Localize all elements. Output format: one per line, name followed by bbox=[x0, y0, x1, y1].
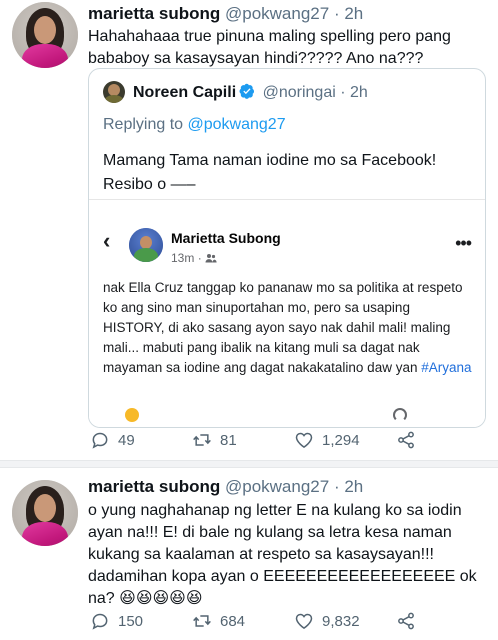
facebook-screenshot[interactable]: ‹ Marietta Subong 13m · ••• nak Ella Cru… bbox=[89, 199, 485, 427]
fb-post-text: nak Ella Cruz tanggap ko pananaw mo sa p… bbox=[103, 278, 473, 378]
display-name[interactable]: marietta subong bbox=[88, 477, 220, 496]
avatar[interactable] bbox=[12, 480, 78, 546]
back-icon: ‹ bbox=[103, 228, 111, 253]
quoted-display-name[interactable]: Noreen Capili bbox=[133, 84, 236, 101]
fb-avatar bbox=[129, 228, 163, 262]
like-icon bbox=[295, 432, 313, 448]
quoted-timestamp[interactable]: 2h bbox=[350, 84, 368, 101]
friends-icon bbox=[205, 254, 217, 263]
replying-to: Replying to @pokwang27 bbox=[103, 115, 286, 135]
retweet-button[interactable]: 684 bbox=[192, 611, 245, 631]
handle[interactable]: @pokwang27 bbox=[225, 4, 329, 23]
quoted-handle[interactable]: @noringai bbox=[263, 84, 336, 101]
handle[interactable]: @pokwang27 bbox=[225, 477, 329, 496]
timestamp[interactable]: 2h bbox=[344, 4, 363, 23]
reply-button[interactable]: 150 bbox=[90, 611, 143, 631]
tweet[interactable]: marietta subong @pokwang27 · 2h o yung n… bbox=[0, 468, 498, 640]
reaction-icon bbox=[393, 408, 407, 422]
reply-count: 150 bbox=[118, 612, 144, 630]
separator: · bbox=[333, 4, 340, 23]
quoted-tweet[interactable]: Noreen Capili @noringai · 2h Replying to… bbox=[88, 68, 486, 428]
verified-icon bbox=[239, 83, 255, 99]
tweet[interactable]: marietta subong @pokwang27 · 2h Hahahaha… bbox=[0, 0, 498, 460]
quoted-separator: · bbox=[340, 84, 346, 101]
reply-count: 49 bbox=[118, 431, 135, 449]
like-button[interactable]: 9,832 bbox=[294, 611, 360, 631]
tweet-header: marietta subong @pokwang27 · 2h bbox=[88, 477, 363, 497]
quoted-text: Mamang Tama naman iodine mo sa Facebook!… bbox=[103, 152, 437, 193]
display-name[interactable]: marietta subong bbox=[88, 4, 220, 23]
fb-meta: 13m · bbox=[171, 250, 217, 266]
friends-icon: · bbox=[197, 251, 202, 265]
fb-name: Marietta Subong bbox=[171, 230, 281, 246]
reply-button[interactable]: 49 bbox=[90, 430, 135, 450]
timestamp[interactable]: 2h bbox=[344, 477, 363, 496]
fb-time: 13m bbox=[171, 251, 195, 265]
retweet-count: 684 bbox=[220, 612, 246, 630]
avatar[interactable] bbox=[12, 2, 78, 68]
tweet-actions: 49 81 1,294 bbox=[88, 430, 488, 454]
retweet-button[interactable]: 81 bbox=[192, 430, 237, 450]
reply-icon bbox=[92, 432, 108, 449]
share-button[interactable] bbox=[396, 611, 416, 631]
like-button[interactable]: 1,294 bbox=[294, 430, 360, 450]
tweet-text: Hahahahaaa true pinuna maling spelling p… bbox=[88, 28, 451, 67]
share-icon bbox=[398, 612, 414, 630]
tweet-header: marietta subong @pokwang27 · 2h bbox=[88, 4, 363, 24]
replying-prefix: Replying to bbox=[103, 116, 184, 133]
tweet-divider bbox=[0, 460, 498, 468]
fb-hashtag: #Aryana bbox=[421, 360, 472, 375]
like-icon bbox=[295, 613, 313, 629]
replying-handle-link[interactable]: @pokwang27 bbox=[188, 116, 286, 133]
like-count: 9,832 bbox=[322, 612, 360, 630]
quoted-avatar[interactable] bbox=[103, 81, 125, 103]
share-button[interactable] bbox=[396, 430, 416, 450]
retweet-count: 81 bbox=[220, 431, 237, 449]
retweet-icon bbox=[193, 434, 211, 446]
more-icon: ••• bbox=[455, 233, 472, 253]
fb-post-body: nak Ella Cruz tanggap ko pananaw mo sa p… bbox=[103, 280, 463, 375]
tweet-text: o yung naghahanap ng letter E na kulang … bbox=[88, 502, 477, 607]
retweet-icon bbox=[193, 615, 211, 627]
quoted-header: Noreen Capili @noringai · 2h bbox=[133, 83, 368, 103]
share-icon bbox=[398, 431, 414, 449]
like-count: 1,294 bbox=[322, 431, 360, 449]
reaction-icon bbox=[125, 408, 139, 422]
reply-icon bbox=[92, 613, 108, 630]
tweet-actions: 150 684 9,832 bbox=[88, 611, 488, 635]
separator: · bbox=[333, 477, 340, 496]
